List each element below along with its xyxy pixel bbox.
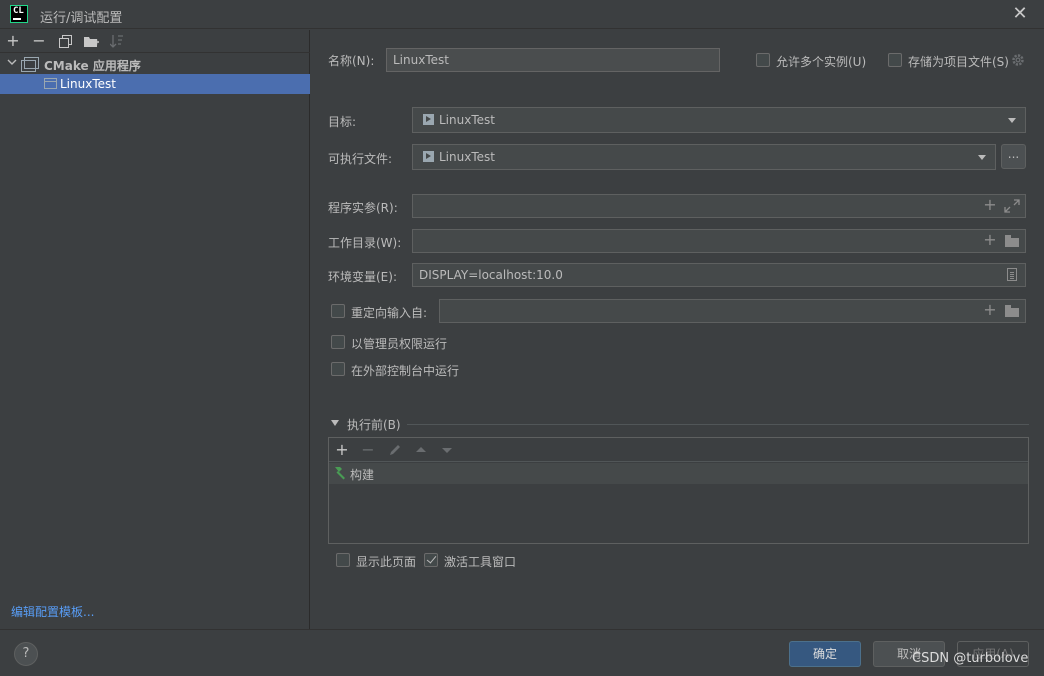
before-launch-task-build[interactable]: 构建 xyxy=(329,463,1028,484)
add-configuration-icon[interactable]: + xyxy=(3,32,23,52)
add-task-icon[interactable]: + xyxy=(333,441,351,459)
copy-configuration-icon[interactable] xyxy=(55,32,75,52)
working-dir-label: 工作目录(W): xyxy=(328,236,402,250)
redirect-input-field[interactable]: + xyxy=(439,299,1026,323)
dropdown-arrow-icon xyxy=(978,155,986,160)
tree-item-linuxtest[interactable]: LinuxTest xyxy=(0,74,310,94)
help-button[interactable]: ? xyxy=(14,642,38,666)
working-dir-field[interactable]: + xyxy=(412,229,1026,253)
configurations-sidebar: + − CMake 应用程序 LinuxTest 编辑配置模板... xyxy=(0,30,310,629)
executable-value: LinuxTest xyxy=(439,150,495,164)
store-as-file-label: 存储为项目文件(S) xyxy=(908,55,1009,69)
insert-macro-icon[interactable]: + xyxy=(983,302,997,318)
sort-icon[interactable] xyxy=(107,32,127,52)
configuration-form: 名称(N): LinuxTest 允许多个实例(U) 存储为项目文件(S) 目标… xyxy=(311,30,1044,629)
allow-multiple-label: 允许多个实例(U) xyxy=(776,55,867,69)
run-as-admin-label: 以管理员权限运行 xyxy=(351,337,448,351)
activate-tool-window-checkbox[interactable] xyxy=(424,553,438,567)
executable-label: 可执行文件: xyxy=(328,152,393,166)
external-console-label: 在外部控制台中运行 xyxy=(351,364,460,378)
run-target-icon xyxy=(423,151,434,162)
target-value: LinuxTest xyxy=(439,113,495,127)
task-label: 构建 xyxy=(350,468,375,482)
expand-icon[interactable] xyxy=(1004,199,1020,213)
redirect-input-checkbox[interactable] xyxy=(331,304,345,318)
name-field[interactable]: LinuxTest xyxy=(386,48,720,72)
title-bar: CL 运行/调试配置 ✕ xyxy=(0,0,1044,29)
ok-button[interactable]: 确定 xyxy=(789,641,861,667)
window-title: 运行/调试配置 xyxy=(40,11,123,26)
dialog-button-bar: ? 确定 取消 应用(A) CSDN @turbolove xyxy=(0,629,1044,676)
run-target-icon xyxy=(423,114,434,125)
sidebar-toolbar: + − xyxy=(0,30,310,53)
dropdown-arrow-icon xyxy=(1008,118,1016,123)
target-select[interactable]: LinuxTest xyxy=(412,107,1026,133)
env-field[interactable]: DISPLAY=localhost:10.0 xyxy=(412,263,1026,287)
tree-group-cmake[interactable]: CMake 应用程序 xyxy=(0,54,310,74)
env-label: 环境变量(E): xyxy=(328,270,397,284)
move-up-icon[interactable] xyxy=(412,441,430,459)
before-launch-title: 执行前(B) xyxy=(347,418,401,432)
build-hammer-icon xyxy=(335,467,345,480)
close-icon[interactable]: ✕ xyxy=(1010,4,1030,24)
allow-multiple-checkbox[interactable] xyxy=(756,53,770,67)
app-logo-text: CL xyxy=(13,6,24,16)
env-value: DISPLAY=localhost:10.0 xyxy=(419,268,563,282)
program-args-label: 程序实参(R): xyxy=(328,201,398,215)
name-label: 名称(N): xyxy=(328,54,375,68)
chevron-down-icon[interactable] xyxy=(7,57,17,67)
cmake-application-icon xyxy=(21,57,39,72)
section-divider xyxy=(407,424,1029,425)
store-as-file-checkbox[interactable] xyxy=(888,53,902,67)
target-label: 目标: xyxy=(328,115,357,129)
redirect-input-label: 重定向输入自: xyxy=(351,306,428,320)
show-page-label: 显示此页面 xyxy=(356,555,417,569)
insert-macro-icon[interactable]: + xyxy=(983,197,997,213)
insert-macro-icon[interactable]: + xyxy=(983,232,997,248)
folder-icon[interactable] xyxy=(1004,234,1020,248)
external-console-checkbox[interactable] xyxy=(331,362,345,376)
program-args-field[interactable]: + xyxy=(412,194,1026,218)
collapse-icon[interactable] xyxy=(331,420,339,426)
activate-tool-window-label: 激活工具窗口 xyxy=(444,555,517,569)
before-launch-toolbar: + − xyxy=(329,438,1028,462)
before-launch-panel: + − 构建 xyxy=(328,437,1029,544)
edit-templates-link[interactable]: 编辑配置模板... xyxy=(11,603,94,620)
remove-task-icon[interactable]: − xyxy=(359,441,377,459)
run-as-admin-checkbox[interactable] xyxy=(331,335,345,349)
new-folder-icon[interactable] xyxy=(81,32,101,52)
show-page-checkbox[interactable] xyxy=(336,553,350,567)
remove-configuration-icon[interactable]: − xyxy=(29,32,49,52)
tree-item-label: LinuxTest xyxy=(60,77,116,91)
move-down-icon[interactable] xyxy=(438,441,456,459)
edit-task-icon[interactable] xyxy=(386,441,404,459)
clion-logo-icon: CL xyxy=(10,5,28,23)
executable-select[interactable]: LinuxTest xyxy=(412,144,996,170)
browse-executable-button[interactable]: ... xyxy=(1001,144,1026,169)
tree-group-label: CMake 应用程序 xyxy=(44,59,141,73)
cmake-target-icon xyxy=(44,78,57,89)
folder-icon[interactable] xyxy=(1004,304,1020,318)
gear-icon[interactable] xyxy=(1011,53,1025,67)
watermark: CSDN @turbolove xyxy=(912,651,1029,666)
edit-env-icon[interactable] xyxy=(1004,268,1020,282)
